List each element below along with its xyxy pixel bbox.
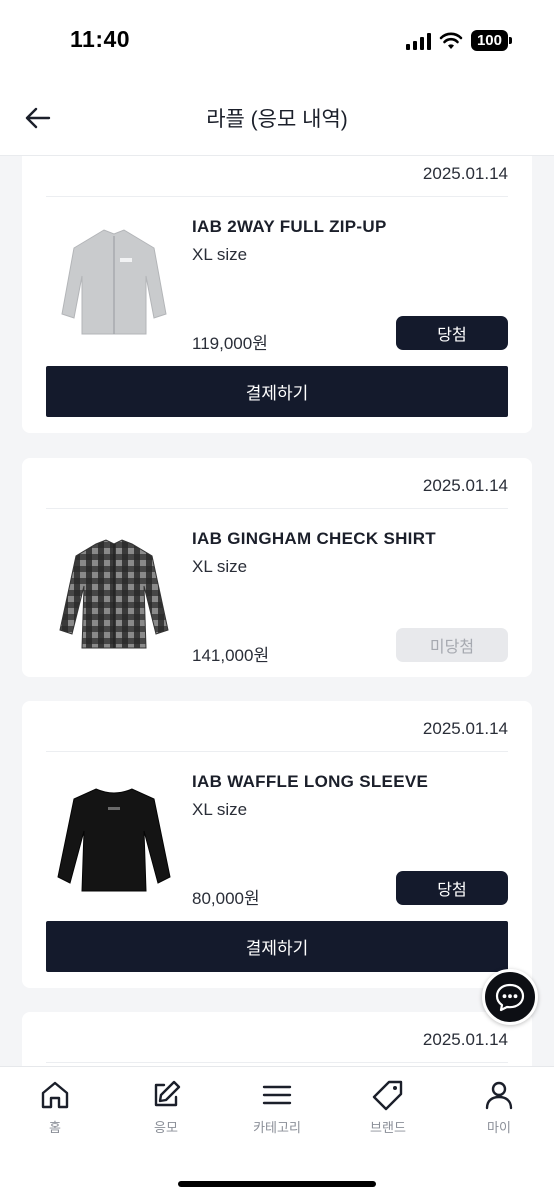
page-title: 라플 (응모 내역) — [206, 107, 348, 131]
raffle-date: 2025.01.14 — [422, 164, 508, 183]
product-image[interactable] — [46, 214, 182, 350]
tab-category[interactable]: 카테고리 — [222, 1079, 332, 1136]
wifi-icon — [439, 32, 463, 49]
bottom-tab-bar: 홈 응모 카테고리 브랜드 마이 — [0, 1066, 554, 1200]
raffle-date: 2025.01.14 — [422, 476, 508, 495]
card-divider — [46, 196, 508, 197]
page-header: 라플 (응모 내역) — [0, 80, 554, 156]
card-divider — [46, 751, 508, 752]
status-badge: 미당첨 — [396, 628, 508, 662]
raffle-card: 2025.01.14 IAB WAFFLE LONG SLEEVE XL siz… — [22, 701, 532, 988]
tab-label: 홈 — [49, 1120, 61, 1135]
product-name: IAB GINGHAM CHECK SHIRT — [192, 529, 436, 548]
chat-bubble-icon — [495, 983, 525, 1012]
raffle-card: 2025.01.14 IAB GINGHAM CHECK SHIRT XL si… — [22, 458, 532, 677]
product-name: IAB WAFFLE LONG SLEEVE — [192, 772, 429, 791]
home-indicator — [178, 1181, 376, 1187]
home-icon — [41, 1081, 69, 1109]
status-badge: 당첨 — [396, 316, 508, 350]
status-icons: 100 — [405, 30, 513, 51]
tab-brand[interactable]: 브랜드 — [333, 1079, 443, 1136]
status-time: 11:40 — [70, 26, 131, 52]
raffle-date: 2025.01.14 — [422, 1030, 508, 1049]
product-image[interactable] — [46, 526, 182, 662]
arrow-left-icon — [25, 107, 51, 129]
cellular-signal-icon — [405, 32, 431, 50]
chat-button[interactable] — [482, 969, 538, 1025]
zip-up-jacket-image — [61, 229, 167, 335]
user-icon — [485, 1081, 513, 1110]
back-button[interactable] — [22, 102, 54, 134]
tab-my[interactable]: 마이 — [444, 1079, 554, 1136]
card-divider — [46, 1062, 508, 1063]
tab-label: 카테고리 — [253, 1120, 301, 1135]
edit-icon — [154, 1080, 181, 1107]
product-name: IAB 2WAY FULL ZIP-UP — [192, 217, 387, 236]
card-divider — [46, 508, 508, 509]
check-shirt-image — [59, 539, 169, 649]
tab-apply[interactable]: 응모 — [111, 1079, 221, 1136]
product-image[interactable] — [46, 769, 182, 905]
status-bar: 11:40 100 — [0, 0, 554, 80]
raffle-card: 2025.01.14 IAB 2WAY FULL ZIP-UP XL size … — [22, 156, 532, 433]
tab-label: 응모 — [154, 1120, 178, 1135]
tab-home[interactable]: 홈 — [0, 1079, 110, 1136]
battery-indicator: 100 — [470, 30, 513, 51]
raffle-list[interactable]: 2025.01.14 IAB 2WAY FULL ZIP-UP XL size … — [0, 156, 554, 1066]
tab-label: 브랜드 — [370, 1120, 406, 1135]
long-sleeve-image — [57, 788, 171, 892]
product-size: XL size — [192, 245, 248, 264]
menu-icon — [262, 1085, 292, 1105]
product-price: 119,000원 — [192, 334, 268, 353]
raffle-date: 2025.01.14 — [422, 719, 508, 738]
product-size: XL size — [192, 557, 248, 576]
tab-label: 마이 — [487, 1120, 511, 1135]
product-price: 80,000원 — [192, 889, 260, 908]
product-price: 141,000원 — [192, 646, 270, 665]
raffle-card: 2025.01.14 — [22, 1012, 532, 1066]
pay-button[interactable]: 결제하기 — [46, 921, 508, 972]
pay-button[interactable]: 결제하기 — [46, 366, 508, 417]
product-size: XL size — [192, 800, 248, 819]
status-badge: 당첨 — [396, 871, 508, 905]
tag-icon — [372, 1080, 403, 1111]
